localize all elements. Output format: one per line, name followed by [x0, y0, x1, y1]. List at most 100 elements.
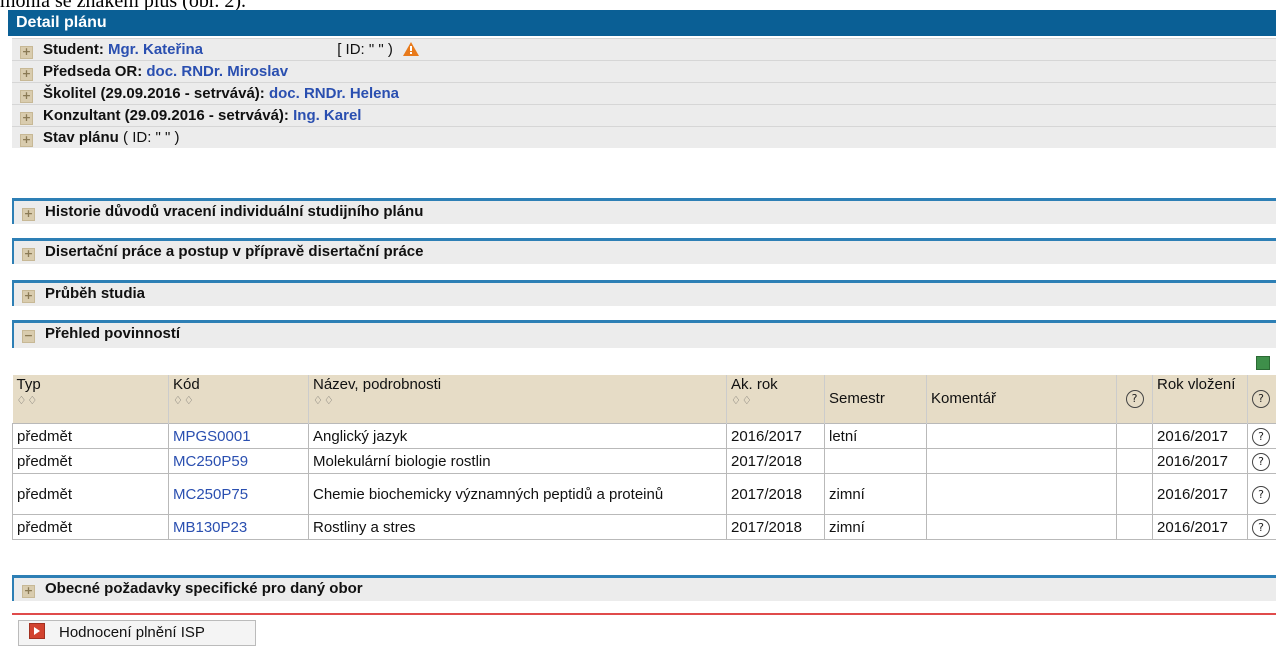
cell-nazev: Chemie biochemicky významných peptidů a … — [308, 473, 727, 515]
cell-rok-vlozeni: 2016/2017 — [1152, 448, 1248, 474]
help-icon[interactable]: ? — [1252, 390, 1270, 408]
chair-label: Předseda OR: — [43, 63, 143, 80]
cell-ak-rok: 2017/2018 — [726, 473, 825, 515]
expand-icon[interactable]: + — [20, 46, 33, 59]
help-icon[interactable]: ? — [1252, 427, 1270, 446]
panel-title: Detail plánu — [8, 10, 1276, 36]
supervisor-row[interactable]: + Školitel (29.09.2016 - setrvává): doc. … — [12, 82, 1276, 104]
consultant-name-link[interactable]: Ing. Karel — [293, 107, 361, 124]
cell-semestr: zimní — [824, 514, 927, 540]
table-row: předmět MC250P75 Chemie biochemicky význ… — [12, 473, 1276, 515]
chair-row[interactable]: + Předseda OR: doc. RNDr. Miroslav — [12, 60, 1276, 82]
cell-rok-vlozeni: 2016/2017 — [1152, 473, 1248, 515]
cell-nazev: Anglický jazyk — [308, 423, 727, 449]
plan-status-row[interactable]: + Stav plánu ( ID: " " ) — [12, 126, 1276, 148]
table-row: předmět MPGS0001 Anglický jazyk 2016/201… — [12, 423, 1276, 449]
section-general[interactable]: + Obecné požadavky specifické pro daný ob… — [12, 575, 1276, 601]
table-toolbar — [12, 348, 1276, 374]
col-typ[interactable]: Typ ♢♢ — [12, 375, 169, 424]
cell-komentar — [926, 423, 1117, 449]
cell-kod-link[interactable]: MC250P59 — [168, 448, 309, 474]
expand-icon[interactable]: + — [20, 134, 33, 147]
cell-rok-vlozeni: 2016/2017 — [1152, 514, 1248, 540]
chair-name-link[interactable]: doc. RNDr. Miroslav — [146, 63, 288, 80]
evaluation-button[interactable]: Hodnocení plnění ISP — [18, 620, 256, 646]
cell-kod-link[interactable]: MC250P75 — [168, 473, 309, 515]
section-history[interactable]: + Historie důvodů vracení individuální st… — [12, 198, 1276, 224]
cell-nazev: Rostliny a stres — [308, 514, 727, 540]
sort-icon[interactable]: ♢♢ — [731, 393, 820, 409]
help-icon[interactable]: ? — [1252, 518, 1270, 537]
help-icon[interactable]: ? — [1252, 452, 1270, 471]
supervisor-label: Školitel (29.09.2016 - setrvává): — [43, 85, 265, 102]
consultant-row[interactable]: + Konzultant (29.09.2016 - setrvává): Ing… — [12, 104, 1276, 126]
play-icon — [29, 623, 45, 639]
cell-kod-link[interactable]: MB130P23 — [168, 514, 309, 540]
divider-line — [12, 613, 1276, 615]
cell-ak-rok: 2017/2018 — [726, 514, 825, 540]
cell-typ: předmět — [12, 473, 169, 515]
section-course-title: Průběh studia — [45, 285, 146, 302]
cell-kod-link[interactable]: MPGS0001 — [168, 423, 309, 449]
section-thesis-title: Disertační práce a postup v přípravě dis… — [45, 243, 424, 260]
cell-komentar — [926, 448, 1117, 474]
expand-icon[interactable]: + — [22, 290, 35, 303]
section-general-title: Obecné požadavky specifické pro daný obo… — [45, 580, 363, 597]
collapse-icon[interactable]: − — [22, 330, 35, 343]
sort-icon[interactable]: ♢♢ — [17, 393, 165, 409]
cell-typ: předmět — [12, 514, 169, 540]
cell-empty — [1116, 473, 1153, 515]
sort-icon[interactable]: ♢♢ — [173, 393, 304, 409]
col-komentar: Komentář — [926, 375, 1117, 424]
col-help: ? — [1116, 375, 1153, 424]
plan-status-id: ( ID: " " ) — [123, 129, 180, 146]
cell-typ: předmět — [12, 448, 169, 474]
cell-ak-rok: 2017/2018 — [726, 448, 825, 474]
col-ak-rok-label: Ak. rok — [731, 376, 778, 393]
cell-semestr — [824, 448, 927, 474]
expand-icon[interactable]: + — [20, 68, 33, 81]
plan-status-label: Stav plánu — [43, 129, 119, 146]
cell-semestr: letní — [824, 423, 927, 449]
student-row[interactable]: + Student: Mgr. Kateřina [ ID: " " ) — [12, 38, 1276, 60]
student-name-link[interactable]: Mgr. Kateřina — [108, 41, 203, 58]
col-ak-rok[interactable]: Ak. rok ♢♢ — [726, 375, 825, 424]
cell-semestr: zimní — [824, 473, 927, 515]
cell-help: ? — [1247, 514, 1276, 540]
evaluation-button-label: Hodnocení plnění ISP — [59, 624, 205, 641]
col-nazev[interactable]: Název, podrobnosti ♢♢ — [308, 375, 727, 424]
cell-komentar — [926, 473, 1117, 515]
col-kod-label: Kód — [173, 376, 200, 393]
col-rok-vlozeni: Rok vložení — [1152, 375, 1248, 424]
cell-help: ? — [1247, 473, 1276, 515]
student-label: Student: — [43, 41, 104, 58]
expand-icon[interactable]: + — [22, 585, 35, 598]
table-row: předmět MC250P59 Molekulární biologie ro… — [12, 448, 1276, 474]
section-duties-title: Přehled povinností — [45, 325, 181, 342]
cell-empty — [1116, 423, 1153, 449]
cell-rok-vlozeni: 2016/2017 — [1152, 423, 1248, 449]
section-course[interactable]: + Průběh studia — [12, 280, 1276, 306]
help-icon[interactable]: ? — [1252, 485, 1270, 504]
cell-typ: předmět — [12, 423, 169, 449]
top-document-text: mohla se znakem plus (obr. 2). — [0, 0, 247, 12]
table-row: předmět MB130P23 Rostliny a stres 2017/2… — [12, 514, 1276, 540]
col-kod[interactable]: Kód ♢♢ — [168, 375, 309, 424]
help-icon[interactable]: ? — [1125, 390, 1144, 408]
supervisor-name-link[interactable]: doc. RNDr. Helena — [269, 85, 399, 102]
expand-icon[interactable]: + — [22, 248, 35, 261]
cell-help: ? — [1247, 448, 1276, 474]
excel-export-icon[interactable] — [1256, 356, 1270, 370]
section-duties[interactable]: − Přehled povinností — [12, 320, 1276, 348]
expand-icon[interactable]: + — [20, 90, 33, 103]
section-history-title: Historie důvodů vracení individuální stu… — [45, 203, 424, 220]
table-header-row: Typ ♢♢ Kód ♢♢ Název, podrobnosti ♢♢ Ak. rok… — [12, 375, 1276, 424]
expand-icon[interactable]: + — [20, 112, 33, 125]
sort-icon[interactable]: ♢♢ — [313, 393, 722, 409]
section-thesis[interactable]: + Disertační práce a postup v přípravě di… — [12, 238, 1276, 264]
cell-empty — [1116, 514, 1153, 540]
student-id: [ ID: " " ) — [337, 41, 393, 58]
col-nazev-label: Název, podrobnosti — [313, 376, 442, 393]
expand-icon[interactable]: + — [22, 208, 35, 221]
consultant-label: Konzultant (29.09.2016 - setrvává): — [43, 107, 289, 124]
